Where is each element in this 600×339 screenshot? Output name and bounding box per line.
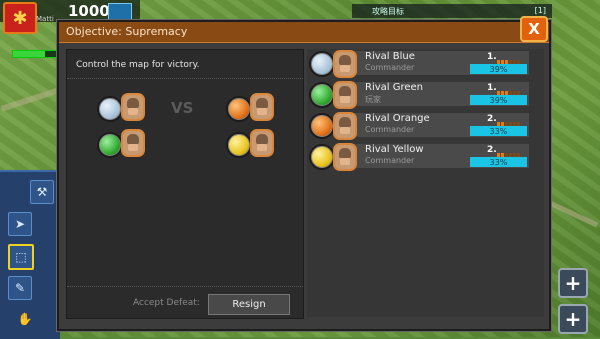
- player-role: Commander: [365, 156, 415, 165]
- team-badge-blue: [309, 51, 335, 77]
- settings-gear-icon[interactable]: ✱: [3, 2, 37, 34]
- player-rank: 2.: [487, 145, 497, 155]
- commander-portrait-icon: [333, 112, 357, 140]
- player-name: Rival Blue: [365, 51, 415, 62]
- resign-button[interactable]: Resign: [208, 294, 290, 315]
- commander-portrait-icon: [250, 129, 274, 157]
- commander-portrait-icon: [121, 129, 145, 157]
- player-role: Commander: [365, 63, 415, 72]
- player-row[interactable]: Rival Green 玩家 1. 39%: [307, 80, 529, 109]
- tool-panel: ⚒ ➤ ⬚ ✎ ✋: [0, 170, 60, 339]
- team-badge-blue: [97, 96, 123, 122]
- pen-icon[interactable]: ✎: [8, 276, 32, 300]
- territory-percent: 39%: [470, 64, 527, 74]
- money-counter: 1000: [68, 2, 110, 20]
- commander-portrait-icon: [333, 81, 357, 109]
- select-box-icon[interactable]: ⬚: [8, 244, 34, 270]
- player-role: Commander: [365, 125, 415, 134]
- player-name: Rival Orange: [365, 113, 430, 124]
- menu-button[interactable]: [108, 3, 132, 21]
- unit-health-bar: [12, 50, 60, 58]
- vs-label: VS: [171, 99, 194, 117]
- cursor-icon[interactable]: ➤: [8, 212, 32, 236]
- add-button[interactable]: +: [558, 304, 588, 334]
- close-x-icon[interactable]: X: [520, 16, 548, 42]
- commander-portrait-icon: [333, 50, 357, 78]
- zoom-in-button[interactable]: +: [558, 268, 588, 298]
- player-role: 玩家: [365, 95, 381, 104]
- team-badge-yellow: [309, 144, 335, 170]
- commander-portrait-icon: [333, 143, 357, 171]
- accept-defeat-label: Accept Defeat:: [133, 298, 200, 308]
- player-row[interactable]: Rival Yellow Commander 2. 33%: [307, 142, 529, 171]
- rank-bars-icon: [497, 53, 527, 68]
- hand-icon[interactable]: ✋: [14, 308, 36, 330]
- hammer-icon[interactable]: ⚒: [30, 180, 54, 204]
- objective-description: Control the map for victory.: [76, 60, 200, 70]
- team-badge-yellow: [226, 132, 252, 158]
- team-badge-green: [97, 132, 123, 158]
- rank-bars-icon: [497, 146, 527, 161]
- player-row[interactable]: Rival Blue Commander 1. 39%: [307, 49, 529, 78]
- territory-percent: 33%: [470, 157, 527, 167]
- dialog-title-bar: Objective: Supremacy: [59, 22, 549, 43]
- objective-banner-label: 攻略目标: [372, 7, 404, 16]
- player-row[interactable]: Rival Orange Commander 2. 33%: [307, 111, 529, 140]
- commander-portrait-icon: [250, 93, 274, 121]
- player-name: Matti: [36, 15, 54, 23]
- objective-dialog: Objective: Supremacy Control the map for…: [57, 20, 551, 331]
- player-list: Rival Blue Commander 1. 39% Rival Green …: [307, 49, 544, 317]
- player-rank: 1.: [487, 52, 497, 62]
- rank-bars-icon: [497, 84, 527, 99]
- team-badge-orange: [226, 96, 252, 122]
- accept-defeat-row: Accept Defeat: Resign: [67, 286, 303, 317]
- dialog-title: Objective: Supremacy: [66, 25, 188, 38]
- player-name: Rival Green: [365, 82, 424, 93]
- commander-portrait-icon: [121, 93, 145, 121]
- team-badge-orange: [309, 113, 335, 139]
- team-badge-green: [309, 82, 335, 108]
- rank-bars-icon: [497, 115, 527, 130]
- territory-percent: 39%: [470, 95, 527, 105]
- divider: [67, 78, 303, 79]
- player-rank: 1.: [487, 83, 497, 93]
- territory-percent: 33%: [470, 126, 527, 136]
- objective-banner-count: [1]: [534, 6, 546, 15]
- objective-panel: Control the map for victory. VS Accept D…: [66, 49, 304, 319]
- player-name: Rival Yellow: [365, 144, 424, 155]
- player-rank: 2.: [487, 114, 497, 124]
